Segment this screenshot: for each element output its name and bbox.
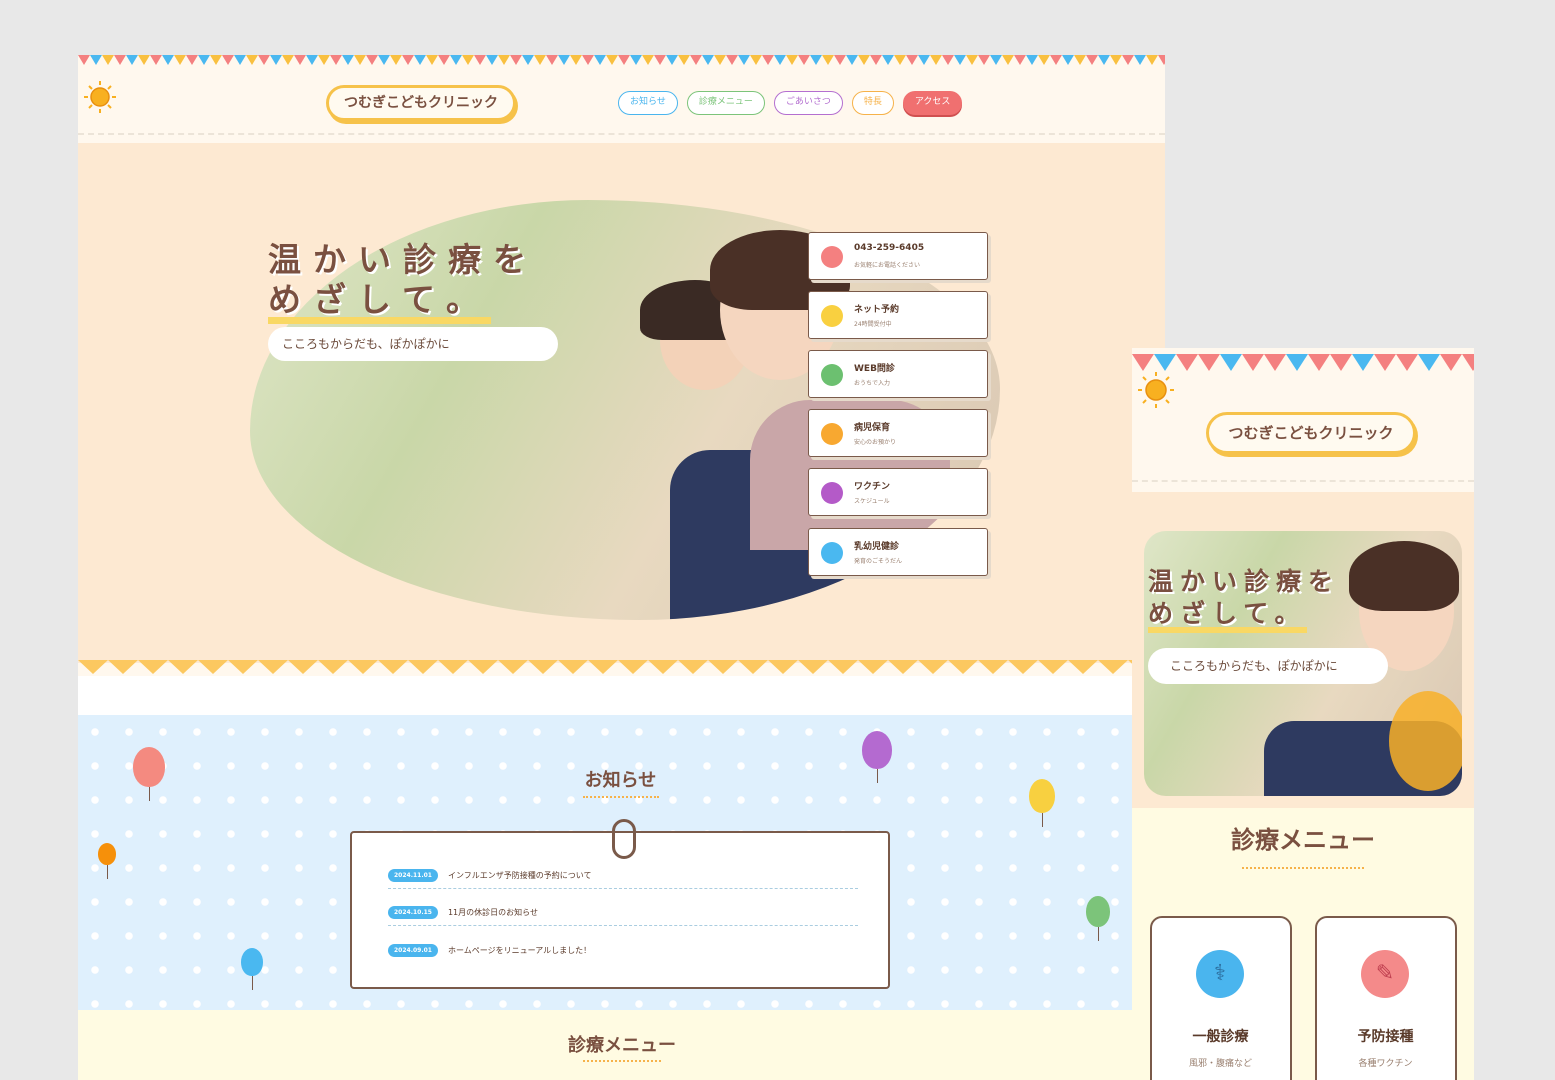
news-title: お知らせ xyxy=(584,770,657,791)
circle-icon xyxy=(821,305,843,327)
stethoscope-icon: ⚕ xyxy=(1196,950,1244,998)
child-illustration xyxy=(1349,541,1459,611)
menu-title-underline xyxy=(583,1060,661,1062)
news-list: 2024.11.01 インフルエンザ予防接種の予約について 2024.10.15 1… xyxy=(350,819,890,989)
menu-title-underline xyxy=(1242,867,1364,869)
nav-menu[interactable]: 診療メニュー xyxy=(686,91,765,115)
site-logo[interactable]: つむぎこどもクリニック xyxy=(1206,412,1416,454)
menu-title: 診療メニュー xyxy=(1231,826,1375,854)
menu-card-general[interactable]: ⚕ 一般診療 風邪・腹痛など xyxy=(1150,916,1292,1080)
paperclip-icon xyxy=(612,819,636,859)
balloon-icon xyxy=(1029,779,1055,827)
nav-access[interactable]: アクセス xyxy=(902,91,963,115)
quick-link-checkup[interactable]: 乳幼児健診 発育のごそうだん xyxy=(808,528,988,576)
nav-features[interactable]: 特長 xyxy=(851,91,894,115)
nav-greeting[interactable]: ごあいさつ xyxy=(773,91,843,115)
circle-icon xyxy=(821,542,843,564)
header-divider xyxy=(1132,480,1474,482)
hero-headline: 温かい診療を めざして。 xyxy=(1148,566,1340,633)
bunting-decoration xyxy=(78,55,1165,67)
balloon-icon xyxy=(241,948,263,990)
circle-icon xyxy=(821,482,843,504)
quick-link-vaccine[interactable]: ワクチン スケジュール xyxy=(808,468,988,516)
balloon-icon xyxy=(862,731,892,783)
header-divider xyxy=(78,133,1165,135)
sun-icon xyxy=(82,79,118,115)
news-title-underline xyxy=(583,796,659,798)
balloon-icon xyxy=(98,843,116,879)
bunting-decoration xyxy=(1132,354,1474,374)
quick-link-phone[interactable]: 043-259-6405 お気軽にお電話ください xyxy=(808,232,988,280)
news-item[interactable]: 2024.09.01 ホームページをリニューアルしました！ xyxy=(388,937,858,963)
news-item[interactable]: 2024.11.01 インフルエンザ予防接種の予約について xyxy=(388,863,858,889)
quick-link-reservation[interactable]: ネット予約 24時間受付中 xyxy=(808,291,988,339)
circle-icon xyxy=(821,246,843,268)
news-item[interactable]: 2024.10.15 11月の休診日のお知らせ xyxy=(388,900,858,926)
hero-headline: 温かい診療を めざして。 xyxy=(268,240,538,324)
circle-icon xyxy=(821,423,843,445)
menu-card-vaccination[interactable]: ✎ 予防接種 各種ワクチン xyxy=(1315,916,1457,1080)
menu-title: 診療メニュー xyxy=(568,1035,676,1056)
balloon-icon xyxy=(133,747,165,801)
white-strip xyxy=(78,676,1165,715)
nav-news[interactable]: お知らせ xyxy=(618,91,678,115)
balloon-icon xyxy=(1086,896,1110,941)
global-nav: お知らせ 診療メニュー ごあいさつ 特長 アクセス xyxy=(618,91,963,115)
mobile-preview: つむぎこどもクリニック 温かい診療を めざして。 こころもからだも、ぽかぽかに … xyxy=(1132,348,1474,1080)
zigzag-divider xyxy=(78,660,1165,676)
orange-bubble xyxy=(1389,691,1462,791)
quick-link-web-interview[interactable]: WEB問診 おうちで入力 xyxy=(808,350,988,398)
hero-subtitle: こころもからだも、ぽかぽかに xyxy=(1148,648,1388,684)
quick-link-sick-childcare[interactable]: 病児保育 安心のお預かり xyxy=(808,409,988,457)
sun-icon xyxy=(1136,370,1176,410)
hero-subtitle: こころもからだも、ぽかぽかに xyxy=(268,327,558,361)
desktop-preview: つむぎこどもクリニック お知らせ 診療メニュー ごあいさつ 特長 アクセス 温か… xyxy=(78,55,1165,1080)
circle-icon xyxy=(821,364,843,386)
syringe-icon: ✎ xyxy=(1361,950,1409,998)
site-logo[interactable]: つむぎこどもクリニック xyxy=(326,85,516,121)
